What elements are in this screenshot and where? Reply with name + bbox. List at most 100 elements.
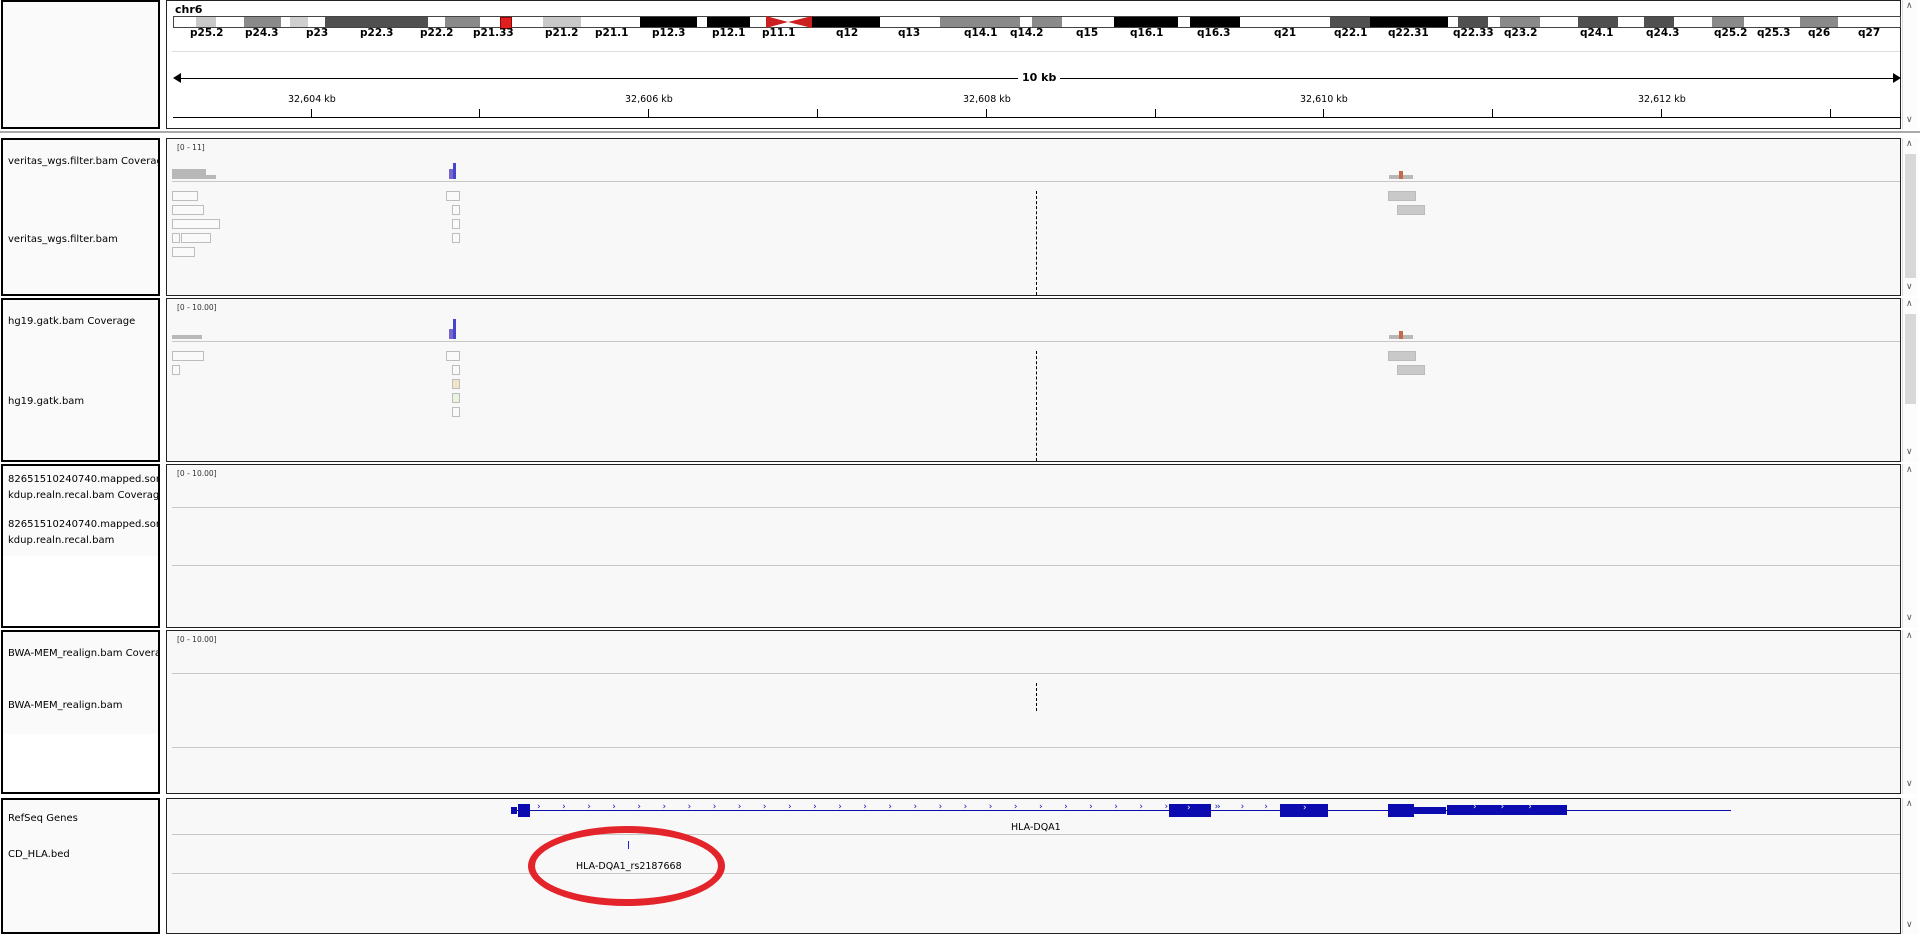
- ruler-label: 32,610 kb: [1300, 94, 1348, 105]
- scale-right-arrow: [1893, 73, 1901, 83]
- exon-arrow: ›: [1187, 803, 1191, 813]
- cytoband-label: q24.1: [1580, 27, 1614, 39]
- scale-label: 10 kb: [1018, 71, 1061, 84]
- cytoband-label: p12.3: [652, 27, 686, 39]
- aligned-read[interactable]: [172, 365, 180, 375]
- highlight-ellipse: [528, 826, 725, 906]
- aligned-read[interactable]: [452, 407, 460, 417]
- bed-track-label[interactable]: CD_HLA.bed: [8, 849, 70, 860]
- cytoband-label: q27: [1858, 27, 1881, 39]
- cytoband-label: p24.3: [245, 27, 279, 39]
- cytoband-label: q14.2: [1010, 27, 1044, 39]
- cytoband-label: q22.31: [1388, 27, 1429, 39]
- ruler-label: 32,608 kb: [963, 94, 1011, 105]
- center-guide-line: [1036, 351, 1037, 461]
- panel-4-names: BWA-MEM_realign.bam Coverage BWA-MEM_rea…: [1, 630, 160, 794]
- cytoband-label: q25.2: [1714, 27, 1748, 39]
- feature-panel-data[interactable]: ›››››››››››››››››››››››››››› ››› › › ›››…: [166, 798, 1901, 934]
- gene-exon[interactable]: [1388, 804, 1414, 817]
- coverage-track-label-line1[interactable]: 82651510240740.mapped.sortedup: [8, 474, 158, 485]
- alignment-track-label-line2[interactable]: kdup.realn.recal.bam: [8, 535, 114, 546]
- panel-3-names: 82651510240740.mapped.sortedup kdup.real…: [1, 464, 160, 628]
- coverage-bar: [453, 163, 456, 179]
- cytoband-label: p21.33: [473, 27, 514, 39]
- cytoband-label: p12.1: [712, 27, 746, 39]
- panel-2-data[interactable]: [0 - 10.00]: [166, 298, 1901, 462]
- cytoband-label: q23.2: [1504, 27, 1538, 39]
- panel-4-data[interactable]: [0 - 10.00]: [166, 630, 1901, 794]
- ruler-label: 32,604 kb: [288, 94, 336, 105]
- cytoband-label: q21: [1274, 27, 1297, 39]
- aligned-read[interactable]: [1397, 365, 1425, 375]
- ruler-baseline: [173, 117, 1901, 118]
- cytoband-label: q22.33: [1453, 27, 1494, 39]
- chromosome-name: chr6: [175, 3, 203, 16]
- exon-arrows: ›››: [1473, 802, 1556, 812]
- aligned-read[interactable]: [452, 393, 460, 403]
- aligned-read[interactable]: [172, 233, 180, 243]
- panel-1-names: veritas_wgs.filter.bam Coverage veritas_…: [1, 138, 160, 296]
- aligned-read[interactable]: [172, 351, 204, 361]
- alignment-track-label[interactable]: BWA-MEM_realign.bam: [8, 700, 122, 711]
- aligned-read[interactable]: [452, 233, 460, 243]
- cytoband-label: q22.1: [1334, 27, 1368, 39]
- aligned-read[interactable]: [172, 205, 204, 215]
- aligned-read[interactable]: [181, 233, 211, 243]
- aligned-read[interactable]: [172, 191, 198, 201]
- alignment-track-label[interactable]: veritas_wgs.filter.bam: [8, 234, 118, 245]
- aligned-read[interactable]: [452, 219, 460, 229]
- coverage-track-label[interactable]: hg19.gatk.bam Coverage: [8, 316, 135, 327]
- gene-exon[interactable]: [518, 804, 530, 817]
- coverage-bar: [1399, 171, 1403, 179]
- aligned-read[interactable]: [1397, 205, 1425, 215]
- gene-exon[interactable]: [1414, 807, 1446, 814]
- feature-panel-scrollbar[interactable]: ∧ ∨: [1902, 798, 1918, 934]
- cytoband-label: p22.2: [420, 27, 454, 39]
- scale-left-arrow: [173, 73, 181, 83]
- aligned-read[interactable]: [452, 205, 460, 215]
- cytoband-label: p22.3: [360, 27, 394, 39]
- cytoband-label: q16.3: [1197, 27, 1231, 39]
- cytoband-label: p11.1: [762, 27, 796, 39]
- coverage-track-label[interactable]: BWA-MEM_realign.bam Coverage: [8, 648, 158, 659]
- aligned-read[interactable]: [446, 191, 460, 201]
- cytoband-label: p25.2: [190, 27, 224, 39]
- center-guide-line: [1036, 683, 1037, 711]
- aligned-read[interactable]: [172, 219, 220, 229]
- alignment-track-label-line1[interactable]: 82651510240740.mapped.sortedup: [8, 519, 158, 530]
- coverage-bar: [206, 175, 216, 179]
- cytoband-label: q13: [898, 27, 921, 39]
- ruler-label: 32,606 kb: [625, 94, 673, 105]
- panel-3-data[interactable]: [0 - 10.00]: [166, 464, 1901, 628]
- strand-arrows: ›››: [1217, 802, 1288, 812]
- panel-3-scrollbar[interactable]: ∧ ∨: [1902, 464, 1918, 628]
- cytoband-label: p21.1: [595, 27, 629, 39]
- alignment-track-label[interactable]: hg19.gatk.bam: [8, 396, 84, 407]
- center-guide-line: [1036, 191, 1037, 295]
- gene-exon[interactable]: [511, 807, 517, 814]
- panel-1-scrollbar[interactable]: ∧ ∨: [1902, 138, 1918, 296]
- aligned-read[interactable]: [446, 351, 460, 361]
- aligned-read[interactable]: [1388, 351, 1416, 361]
- aligned-read[interactable]: [452, 365, 460, 375]
- panel-1-data[interactable]: [0 - 11]: [166, 138, 1901, 296]
- cytoband-label: q15: [1076, 27, 1099, 39]
- feature-panel-names: RefSeq Genes CD_HLA.bed: [1, 798, 160, 934]
- header-scrollbar[interactable]: ∧ ∨: [1902, 0, 1918, 129]
- panel-4-scrollbar[interactable]: ∧ ∨: [1902, 630, 1918, 794]
- panel-2-scrollbar[interactable]: ∧ ∨: [1902, 298, 1918, 462]
- refseq-track-label[interactable]: RefSeq Genes: [8, 813, 78, 824]
- coverage-range: [0 - 10.00]: [177, 469, 217, 478]
- coverage-bar: [453, 319, 456, 339]
- coverage-track-label[interactable]: veritas_wgs.filter.bam Coverage: [8, 156, 158, 167]
- aligned-read[interactable]: [172, 247, 195, 257]
- cytoband-label: q14.1: [964, 27, 998, 39]
- cytoband-label: p23: [306, 27, 329, 39]
- cytoband-label: q16.1: [1130, 27, 1164, 39]
- header-name-panel: [1, 0, 160, 129]
- coverage-track-label-line2[interactable]: kdup.realn.recal.bam Coverage: [8, 490, 158, 501]
- cytoband-label: q12: [836, 27, 859, 39]
- aligned-read[interactable]: [1388, 191, 1416, 201]
- ruler-label: 32,612 kb: [1638, 94, 1686, 105]
- aligned-read[interactable]: [452, 379, 460, 389]
